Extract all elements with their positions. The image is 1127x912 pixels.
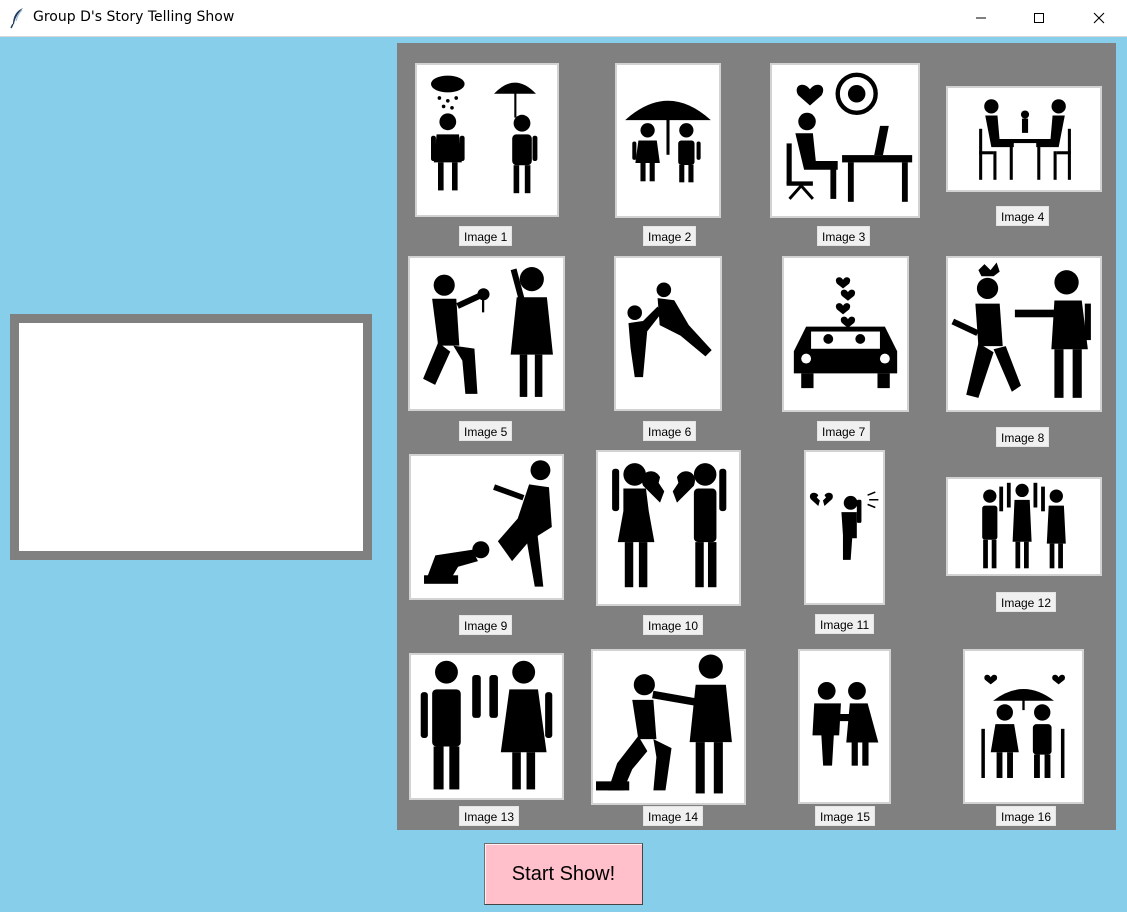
feather-icon [9, 7, 27, 29]
shared-umbrella-couple-icon [625, 100, 711, 183]
image-label-4: Image 4 [996, 206, 1050, 226]
image-tile-2[interactable] [615, 63, 721, 218]
image-tile-14[interactable] [591, 649, 746, 805]
minimize-icon [976, 17, 986, 19]
image-tile-7[interactable] [782, 256, 909, 412]
image-tile-12[interactable] [946, 477, 1102, 576]
image-label-16: Image 16 [996, 806, 1057, 826]
close-icon [1093, 12, 1105, 24]
image-tile-3[interactable] [770, 63, 920, 218]
image-label-9: Image 9 [459, 615, 513, 635]
elderly-couple-umbrella-icon [981, 674, 1065, 778]
crying-broken-heart-icon [809, 491, 879, 560]
title-bar: Group D's Story Telling Show [0, 0, 1127, 37]
start-show-button[interactable]: Start Show! [484, 843, 643, 905]
kneeling-plea-icon [424, 460, 552, 587]
image-label-10: Image 10 [643, 615, 704, 635]
image-label-1: Image 1 [459, 226, 513, 246]
hugging-couple-icon [812, 682, 879, 766]
family-waving-icon [982, 482, 1066, 569]
image-tile-6[interactable] [614, 256, 722, 411]
image-tile-1[interactable] [415, 63, 559, 217]
desk-thinking-of-love-icon [786, 72, 913, 202]
image-gallery: Image 1 Image 2 Image 3 Image 4 Image 5 … [397, 43, 1116, 830]
proposal-flower-icon [423, 267, 553, 397]
rain-umbrella-couple-icon [431, 75, 538, 194]
image-tile-5[interactable] [408, 256, 565, 411]
image-tile-9[interactable] [409, 454, 564, 600]
image-tile-10[interactable] [596, 450, 741, 606]
image-tile-16[interactable] [963, 649, 1084, 804]
close-button[interactable] [1076, 0, 1122, 36]
high-five-couple-icon [420, 660, 553, 790]
image-label-6: Image 6 [643, 421, 697, 441]
image-tile-15[interactable] [798, 649, 891, 804]
image-tile-8[interactable] [946, 256, 1102, 412]
image-label-2: Image 2 [643, 226, 697, 246]
maximize-icon [1034, 13, 1044, 23]
image-label-11: Image 11 [815, 614, 875, 634]
window-title: Group D's Story Telling Show [33, 9, 235, 25]
image-label-8: Image 8 [996, 427, 1050, 447]
image-tile-13[interactable] [409, 653, 564, 800]
image-label-5: Image 5 [459, 421, 513, 441]
image-label-13: Image 13 [459, 806, 520, 826]
lift-partner-icon [627, 282, 712, 378]
image-label-3: Image 3 [817, 226, 871, 246]
argument-icon [951, 262, 1091, 398]
image-tile-11[interactable] [804, 450, 885, 605]
dinner-date-icon [979, 99, 1071, 180]
story-display-frame [10, 314, 372, 560]
kneeling-hand-hold-icon [596, 654, 732, 794]
minimize-button[interactable] [958, 0, 1004, 36]
broken-heart-couple-icon [612, 463, 727, 588]
car-couple-hearts-icon [793, 277, 898, 389]
maximize-button[interactable] [1016, 0, 1062, 36]
image-label-12: Image 12 [996, 592, 1057, 612]
image-tile-4[interactable] [946, 86, 1102, 192]
image-label-15: Image 15 [815, 806, 876, 826]
story-display-canvas [19, 323, 363, 551]
image-label-7: Image 7 [817, 421, 871, 441]
image-label-14: Image 14 [643, 806, 704, 826]
